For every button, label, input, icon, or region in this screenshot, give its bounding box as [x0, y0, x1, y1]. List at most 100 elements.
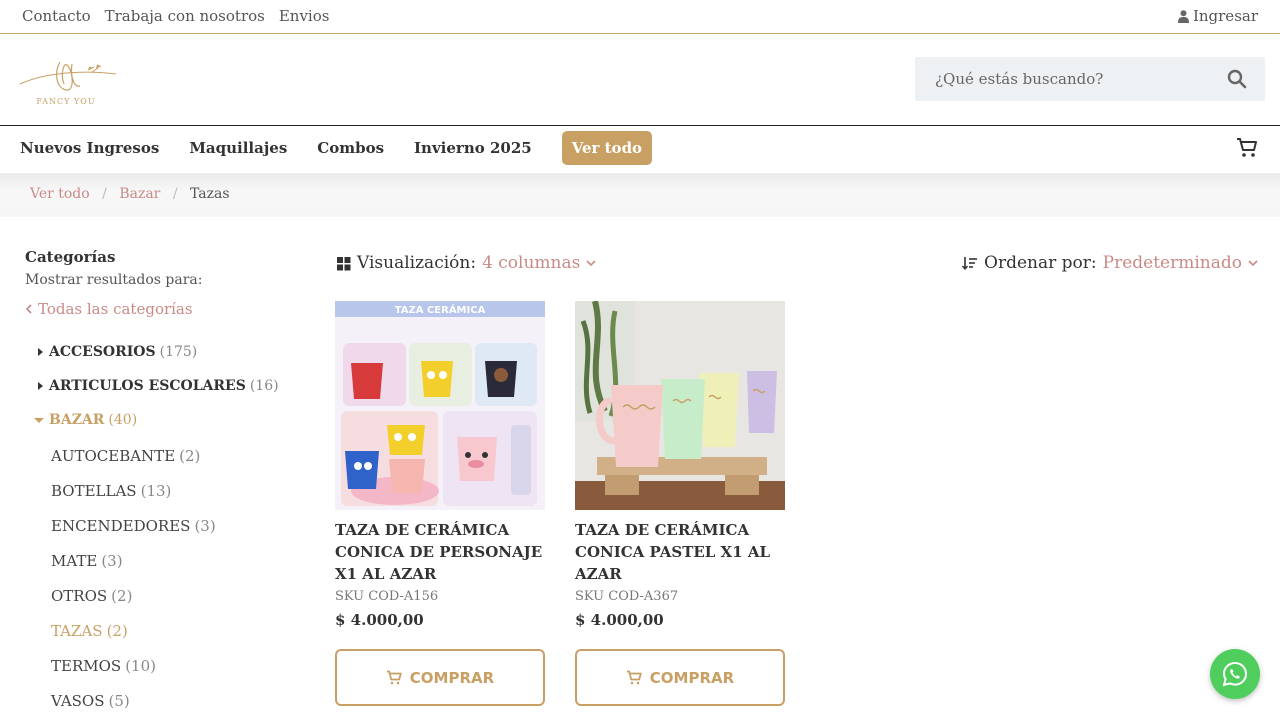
sort-dropdown[interactable]: Predeterminado — [1103, 253, 1258, 273]
caret-right-icon — [38, 382, 43, 390]
category-sidebar: Categorías Mostrar resultados para: Toda… — [25, 248, 295, 318]
whatsapp-icon — [1222, 661, 1248, 687]
nav-nuevos-ingresos[interactable]: Nuevos Ingresos — [20, 131, 159, 165]
cart-icon[interactable] — [1236, 137, 1258, 159]
subcategory-count: (2) — [111, 587, 133, 605]
product-name[interactable]: TAZA DE CERÁMICA CONICA DE PERSONAJE X1 … — [335, 519, 545, 585]
category-name: ARTICULOS ESCOLARES — [49, 378, 246, 394]
subcategory-name: MATE — [51, 552, 98, 570]
top-bar: Contacto Trabaja con nosotros Envios Ing… — [0, 0, 1280, 34]
category-bazar[interactable]: BAZAR (40) — [33, 412, 137, 428]
search-input[interactable] — [915, 57, 1215, 101]
product-sku: SKU COD-A156 — [335, 589, 439, 604]
view-selector: Visualización: 4 columnas — [336, 253, 596, 273]
all-categories-link[interactable]: Todas las categorías — [25, 300, 295, 318]
breadcrumb: Ver todo / Bazar / Tazas — [30, 186, 230, 202]
sidebar-subtitle: Mostrar resultados para: — [25, 272, 203, 288]
product-price: $ 4.000,00 — [575, 611, 664, 629]
category-name: BAZAR — [49, 412, 105, 428]
subcategory-name: BOTELLAS — [51, 482, 137, 500]
product-price: $ 4.000,00 — [335, 611, 424, 629]
grid-icon — [337, 256, 351, 270]
subcategory-termos[interactable]: TERMOS (10) — [51, 657, 156, 675]
login-link[interactable]: Ingresar — [1177, 7, 1258, 25]
subcategory-name: ENCENDEDORES — [51, 517, 191, 535]
logo-text: FANCY YOU — [36, 97, 95, 106]
sort-label: Ordenar por: — [984, 253, 1097, 273]
view-label: Visualización: — [357, 253, 477, 273]
subcategory-encendedores[interactable]: ENCENDEDORES (3) — [51, 517, 216, 535]
sort-icon — [962, 257, 978, 270]
buy-button[interactable]: COMPRAR — [575, 649, 785, 706]
subcategory-name: TAZAS — [51, 622, 103, 640]
subcategory-count: (5) — [108, 692, 130, 710]
search-icon[interactable] — [1227, 69, 1247, 89]
breadcrumb-bazar[interactable]: Bazar — [119, 186, 160, 202]
subcategory-count: (10) — [125, 657, 156, 675]
buy-button-label: COMPRAR — [649, 668, 735, 687]
subcategory-count: (13) — [140, 482, 172, 500]
product-card: TAZA DE CERÁMICA CONICA PASTEL X1 AL AZA… — [575, 301, 785, 706]
subcategory-name: OTROS — [51, 587, 108, 605]
store-logo[interactable]: FANCY YOU — [16, 50, 120, 110]
subcategory-tazas[interactable]: TAZAS (2) — [51, 622, 128, 640]
main-nav: Nuevos Ingresos Maquillajes Combos Invie… — [0, 126, 1280, 173]
columns-dropdown[interactable]: 4 columnas — [482, 253, 596, 273]
subcategory-vasos[interactable]: VASOS (5) — [51, 692, 130, 710]
sort-selector: Ordenar por: Predeterminado — [962, 253, 1258, 273]
subcategory-count: (3) — [101, 552, 123, 570]
user-icon — [1177, 9, 1189, 23]
buy-button[interactable]: COMPRAR — [335, 649, 545, 706]
category-count: (175) — [159, 344, 198, 360]
breadcrumb-ver-todo[interactable]: Ver todo — [30, 186, 90, 202]
subcategory-count: (2) — [106, 622, 128, 640]
product-name[interactable]: TAZA DE CERÁMICA CONICA PASTEL X1 AL AZA… — [575, 519, 785, 585]
subcategory-autocebante[interactable]: AUTOCEBANTE (2) — [51, 447, 200, 465]
nav-invierno-2025[interactable]: Invierno 2025 — [414, 131, 532, 165]
columns-value: 4 columnas — [482, 253, 581, 273]
whatsapp-button[interactable] — [1210, 649, 1260, 699]
nav-combos[interactable]: Combos — [317, 131, 384, 165]
breadcrumb-separator: / — [97, 186, 112, 202]
product-image[interactable]: TAZA CERÁMICA — [335, 301, 545, 510]
category-articulos-escolares[interactable]: ARTICULOS ESCOLARES (16) — [35, 378, 279, 394]
category-count: (40) — [108, 412, 138, 428]
chevron-down-icon — [1248, 259, 1258, 266]
sidebar-title: Categorías — [25, 248, 116, 266]
category-accesorios[interactable]: ACCESORIOS (175) — [35, 344, 197, 360]
chevron-down-icon — [586, 259, 596, 266]
caret-right-icon — [38, 348, 43, 356]
shipping-link[interactable]: Envios — [279, 7, 330, 25]
caret-down-icon — [34, 418, 44, 423]
all-categories-label: Todas las categorías — [38, 300, 193, 318]
breadcrumb-current: Tazas — [190, 186, 230, 202]
product-sku: SKU COD-A367 — [575, 589, 679, 604]
header: FANCY YOU — [0, 34, 1280, 126]
work-with-us-link[interactable]: Trabaja con nosotros — [105, 7, 265, 25]
top-links: Contacto Trabaja con nosotros Envios — [22, 7, 329, 25]
subcategory-count: (2) — [179, 447, 201, 465]
subcategory-name: TERMOS — [51, 657, 122, 675]
category-name: ACCESORIOS — [49, 344, 156, 360]
contact-link[interactable]: Contacto — [22, 7, 91, 25]
login-label: Ingresar — [1192, 7, 1258, 25]
breadcrumb-bar: Ver todo / Bazar / Tazas — [0, 173, 1280, 217]
nav-ver-todo[interactable]: Ver todo — [561, 131, 653, 165]
subcategory-botellas[interactable]: BOTELLAS (13) — [51, 482, 171, 500]
subcategory-otros[interactable]: OTROS (2) — [51, 587, 132, 605]
cart-icon — [386, 670, 402, 685]
search-bar — [915, 57, 1265, 101]
chevron-left-icon — [25, 304, 32, 314]
sort-value: Predeterminado — [1102, 253, 1242, 273]
nav-maquillajes[interactable]: Maquillajes — [189, 131, 287, 165]
product-image[interactable] — [575, 301, 785, 510]
cart-icon — [626, 670, 642, 685]
category-count: (16) — [249, 378, 279, 394]
product-image-badge: TAZA CERÁMICA — [395, 303, 486, 316]
subcategory-name: AUTOCEBANTE — [51, 447, 176, 465]
subcategory-count: (3) — [194, 517, 216, 535]
product-card: TAZA CERÁMICA TAZA DE CERÁMICA CONICA DE… — [335, 301, 545, 706]
subcategory-name: VASOS — [51, 692, 105, 710]
breadcrumb-separator: / — [168, 186, 183, 202]
subcategory-mate[interactable]: MATE (3) — [51, 552, 123, 570]
